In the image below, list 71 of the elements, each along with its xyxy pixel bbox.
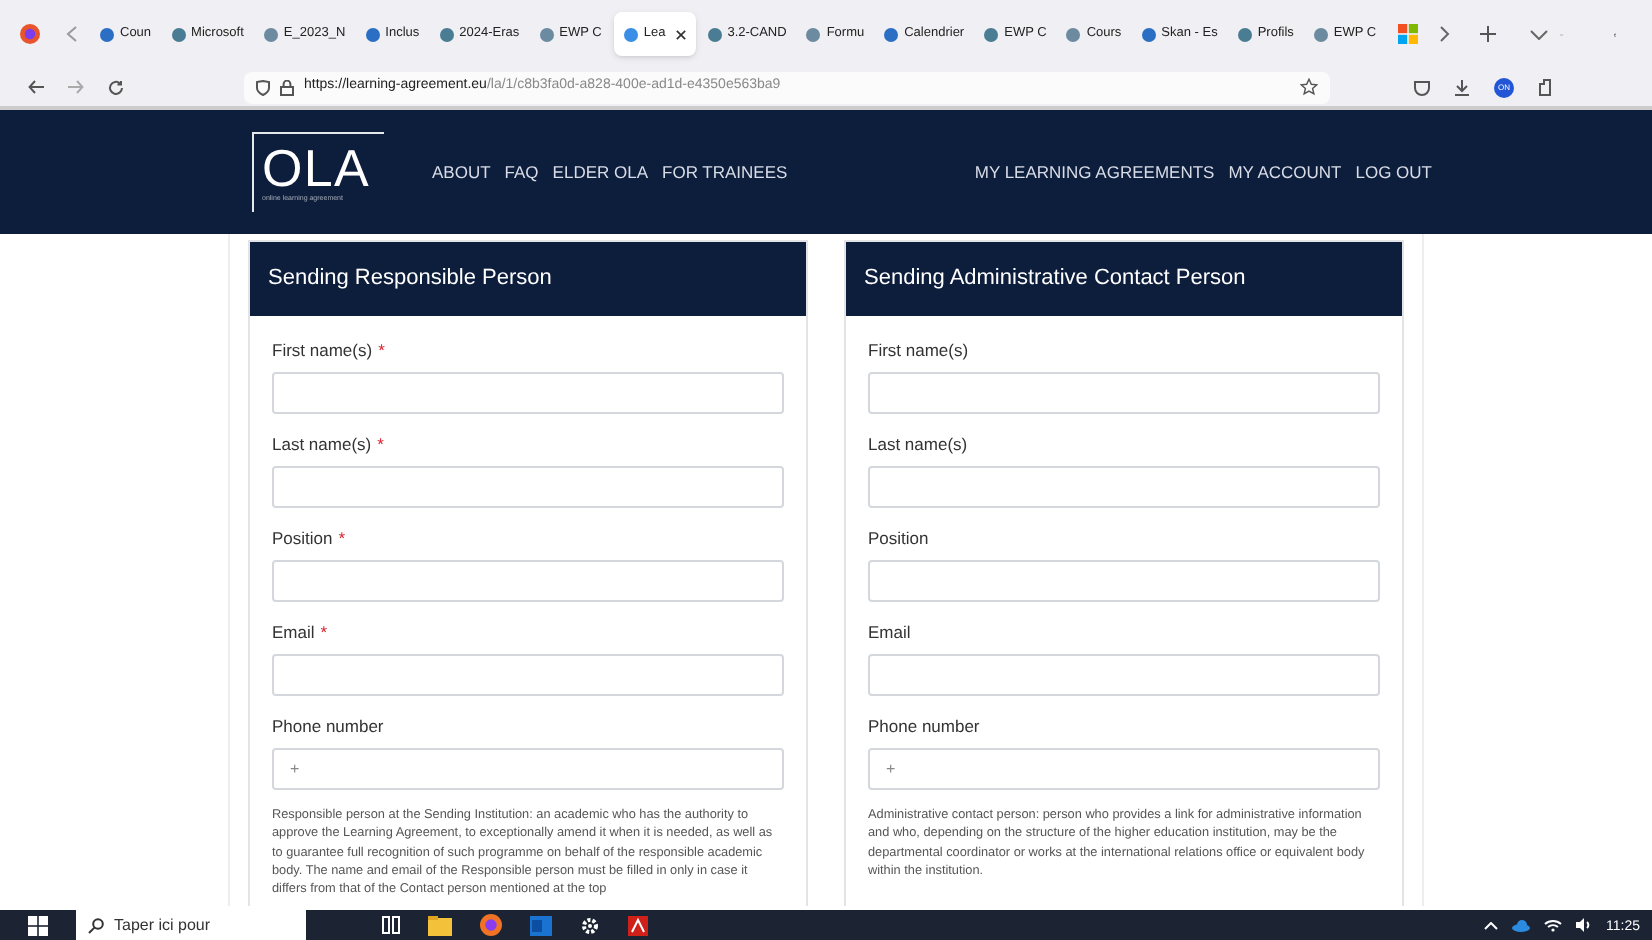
tab-favicon-icon [100,27,114,41]
tab-favicon-icon [539,27,554,41]
reload-icon[interactable] [108,79,124,95]
folder-icon[interactable] [428,915,452,935]
tab-favicon-icon [1313,27,1328,41]
field-label: Phone number [868,716,980,738]
windows-start-icon[interactable] [28,915,48,935]
field-label: Last name(s) * [272,434,384,456]
text-input-field[interactable]: + [272,748,784,790]
tab-favicon-icon [707,27,722,41]
nav-link[interactable]: MY LEARNING AGREEMENTS [974,159,1215,185]
lock-icon [280,79,294,95]
tab-favicon-icon [1141,27,1156,41]
nav-link[interactable]: FAQ [504,159,539,185]
close-icon[interactable] [675,29,686,39]
speaker-icon[interactable] [1576,918,1592,932]
text-input-field[interactable] [272,466,784,508]
field-label: Phone number [272,716,384,738]
chevron-down-icon[interactable] [1530,29,1549,39]
nav-link[interactable]: MY ACCOUNT [1228,159,1342,185]
nav-link[interactable]: ABOUT [432,159,491,185]
field-label: Last name(s) [868,434,968,456]
field-label: Position * [272,528,346,550]
tab-favicon-icon [884,27,899,41]
shield-icon [256,79,270,95]
card-title: Sending Administrative Contact Person [846,242,1402,316]
tab-favicon-icon [806,27,821,41]
nav-link[interactable]: ELDER OLA [552,159,649,185]
tab-favicon-icon [623,27,638,41]
chevron-right-icon[interactable] [1440,26,1451,42]
task-view-icon[interactable] [382,916,400,934]
windows-logo-icon[interactable] [1398,24,1419,44]
text-input-field[interactable] [868,466,1380,508]
text-input-field[interactable] [868,654,1380,696]
gear-icon[interactable] [580,915,600,935]
pdf-reader-icon[interactable] [628,915,648,935]
back-arrow-icon[interactable] [28,80,44,94]
firefox-icon[interactable] [480,914,502,936]
text-input-field[interactable] [868,372,1380,414]
nav-link[interactable]: FOR TRAINEES [662,159,788,185]
star-icon[interactable] [1300,78,1318,96]
pocket-icon[interactable] [1414,79,1430,95]
cloud-icon[interactable] [1512,919,1530,931]
tab-favicon-icon [984,27,999,41]
outlook-icon[interactable] [530,915,552,935]
field-label: Position [868,528,929,550]
tab-favicon-icon [365,27,380,41]
text-input-field[interactable] [272,654,784,696]
field-label: First name(s) * [272,340,385,362]
search-icon [88,917,104,933]
text-input-field[interactable]: + [868,748,1380,790]
taskbar-search-field[interactable]: Taper ici pour [76,910,306,940]
tab-favicon-icon [1237,27,1252,41]
firefox-icon[interactable] [20,24,40,44]
tab-favicon-icon [171,27,186,41]
extensions-icon[interactable] [1538,78,1554,96]
field-label: Email * [272,622,328,644]
wifi-icon[interactable] [1544,918,1562,932]
download-icon[interactable] [1454,79,1470,95]
chevron-up-icon[interactable] [1484,921,1498,929]
tab-favicon-icon [1066,27,1081,41]
tab-favicon-icon [439,27,454,41]
card-title: Sending Responsible Person [250,242,806,316]
nav-link[interactable]: LOG OUT [1355,159,1432,185]
text-input-field[interactable] [272,372,784,414]
field-label: Email [868,622,911,644]
text-input-field[interactable] [272,560,784,602]
text-input-field[interactable] [868,560,1380,602]
plus-icon[interactable] [1480,26,1497,42]
field-label: First name(s) [868,340,969,362]
tab-favicon-icon [263,27,278,41]
